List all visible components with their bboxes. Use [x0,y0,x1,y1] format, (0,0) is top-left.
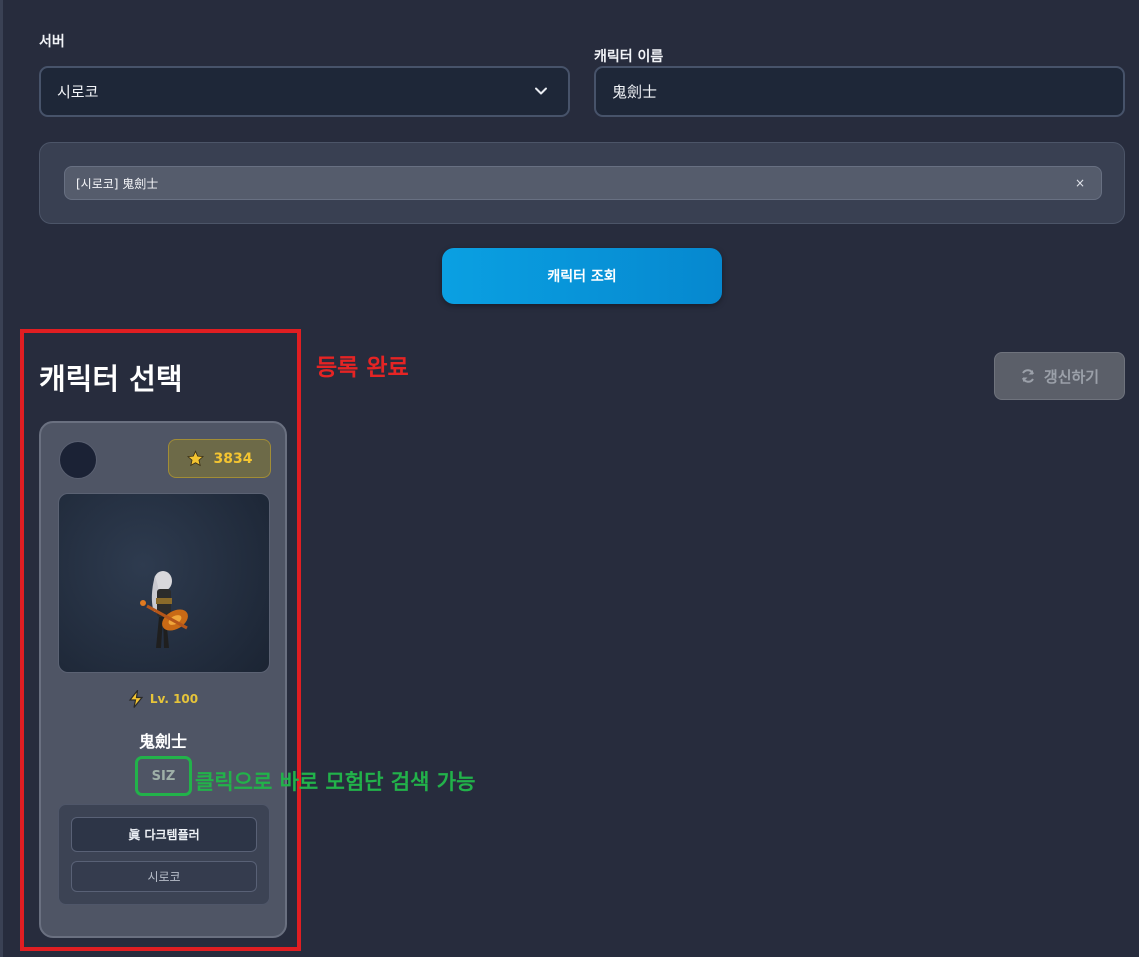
tag-text: [시로코] 鬼劍士 [76,176,159,191]
selected-tags-box: [시로코] 鬼劍士 × [39,142,1125,224]
character-name-input-value: 鬼劍士 [612,83,658,101]
character-search-button[interactable]: 캐릭터 조회 [442,248,722,304]
tag-close-icon[interactable]: × [1075,176,1085,190]
server-select[interactable]: 시로코 [39,66,570,117]
guild-search-annotation: 클릭으로 바로 모험단 검색 가능 [195,770,476,794]
refresh-icon [1021,369,1034,383]
app-frame: 서버 시로코 캐릭터 이름 鬼劍士 [시로코] 鬼劍士 × 캐릭터 조회 캐릭터… [0,0,1139,957]
server-label: 서버 [39,34,65,50]
refresh-button[interactable]: 갱신하기 [994,352,1125,400]
registered-annotation: 등록 완료 [316,355,409,381]
selected-character-tag[interactable]: [시로코] 鬼劍士 × [64,166,1102,200]
character-name-input[interactable]: 鬼劍士 [594,66,1125,117]
character-name-label: 캐릭터 이름 [594,49,664,65]
refresh-button-label: 갱신하기 [1043,367,1100,386]
character-select-highlight [20,329,301,951]
server-select-value: 시로코 [57,83,99,101]
chevron-down-icon [535,87,547,95]
